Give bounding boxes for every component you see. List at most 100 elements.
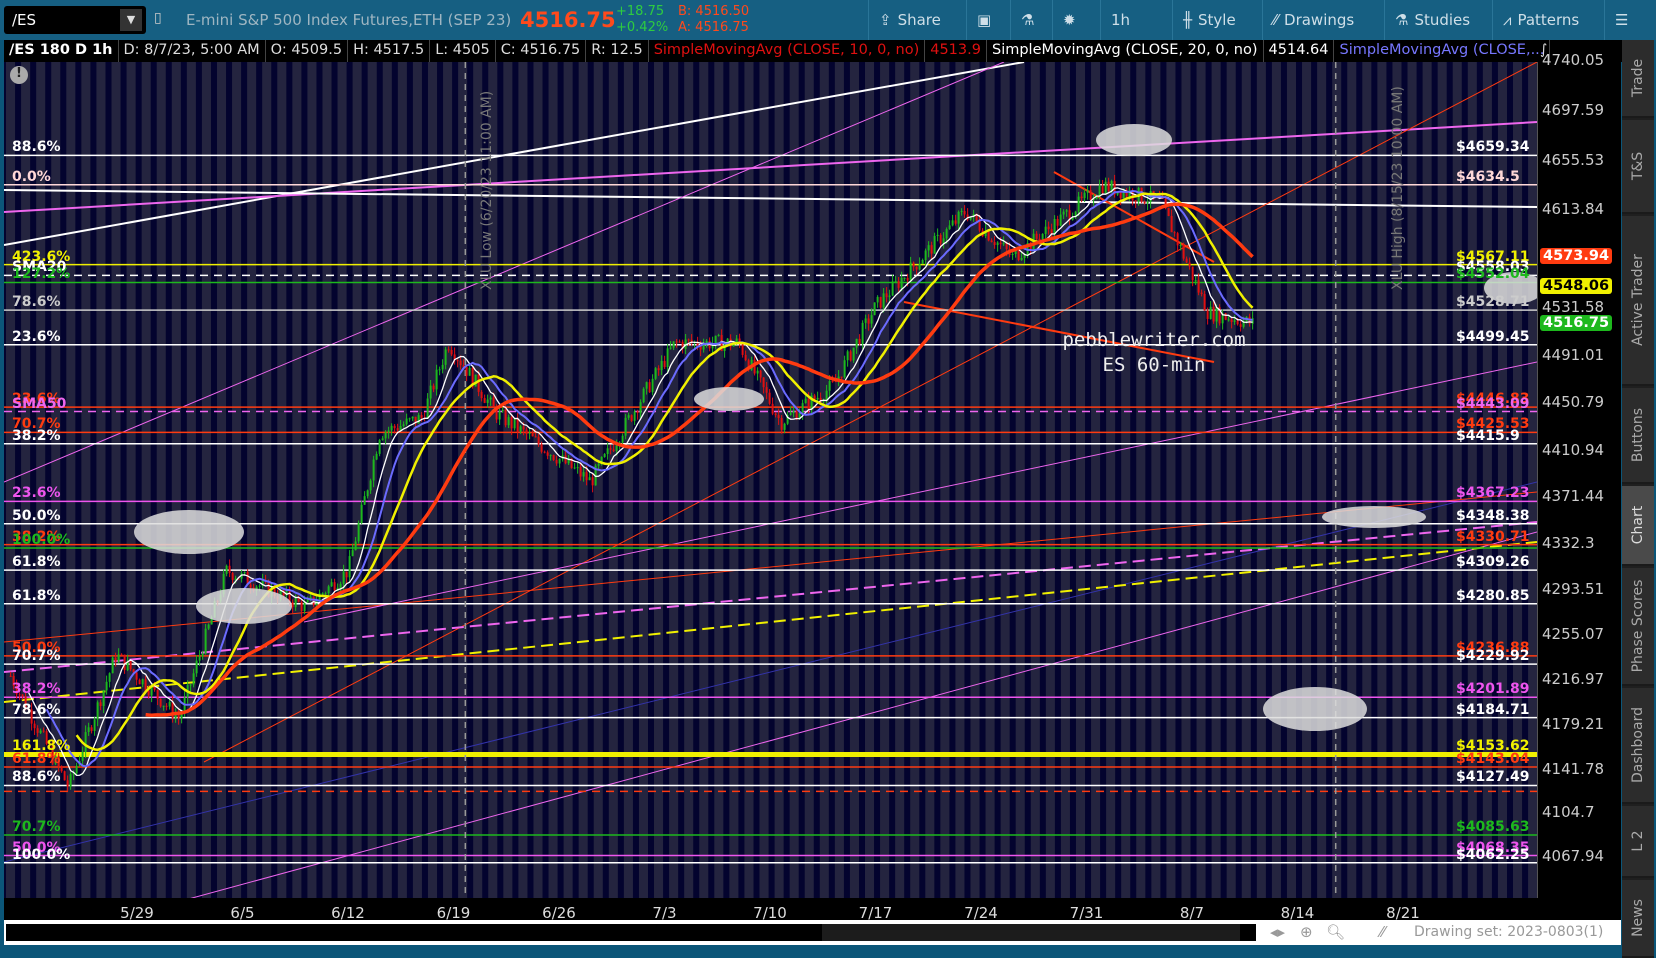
candle-body xyxy=(117,654,120,662)
candle-body xyxy=(483,398,486,403)
session-band xyxy=(602,62,609,898)
candle-body xyxy=(1083,192,1086,199)
side-tab-buttons[interactable]: Buttons xyxy=(1622,388,1654,484)
price-axis[interactable]: 4740.05 4697.59 4655.53 4613.84 4531.58 4491.… xyxy=(1537,51,1621,898)
zoom-icon[interactable]: 🔍︎ xyxy=(1326,923,1345,941)
price-tick: 4531.58 xyxy=(1542,297,1605,316)
toolbar-button-1h[interactable]: 1h xyxy=(1100,0,1140,40)
candle-body xyxy=(771,403,774,414)
highlight-ellipse xyxy=(1096,124,1172,156)
side-tab-chart[interactable]: Chart xyxy=(1622,486,1654,566)
side-tab-active-trader[interactable]: Active Trader xyxy=(1622,216,1654,386)
candle-body xyxy=(651,378,654,393)
candle-body xyxy=(894,281,897,283)
candle-body xyxy=(324,593,327,595)
candle-body xyxy=(1134,200,1137,202)
candle-body xyxy=(633,411,636,421)
candle-body xyxy=(756,370,759,374)
candle-body xyxy=(564,455,567,464)
price-tick: 4613.84 xyxy=(1542,200,1605,219)
candle-body xyxy=(948,225,951,230)
candle-body xyxy=(321,593,324,595)
last-price: 4516.75 xyxy=(520,8,616,32)
toolbar-button-flask[interactable]: ⚗ xyxy=(1010,0,1044,40)
candle-body xyxy=(612,449,615,451)
session-band xyxy=(858,62,865,898)
symbol-selector[interactable]: /ES ▼ xyxy=(4,6,146,34)
candle-body xyxy=(204,628,207,654)
side-tab-phase-scores[interactable]: Phase Scores xyxy=(1622,568,1654,686)
toolbar-button-alert[interactable]: ▣ xyxy=(966,0,1001,40)
drawing-icon[interactable]: ⁄⁄ xyxy=(1380,923,1385,941)
candle-body xyxy=(1080,196,1083,199)
toolbar-button-style[interactable]: ╫ Style xyxy=(1172,0,1246,40)
chart-plot-area[interactable]: 88.6% $4659.34 0.0% $4634.5 423.6% $4567.11 SM… xyxy=(4,62,1537,898)
candle-body xyxy=(417,415,420,424)
candle-body xyxy=(846,351,849,361)
side-tab-dashboard[interactable]: Dashboard xyxy=(1622,688,1654,804)
session-band xyxy=(904,62,911,898)
bar-range: R: 12.5 xyxy=(586,40,649,62)
session-band xyxy=(271,62,278,898)
side-tab-news[interactable]: News xyxy=(1622,880,1654,958)
toolbar-button-share[interactable]: ⇪ Share xyxy=(868,0,951,40)
session-band xyxy=(301,62,308,898)
candle-body xyxy=(627,415,630,418)
candle-body xyxy=(645,382,648,389)
side-tab-l-2[interactable]: L 2 xyxy=(1622,806,1654,878)
candle-body xyxy=(534,436,537,438)
toolbar-button-patterns[interactable]: ⩘ Patterns xyxy=(1492,0,1589,40)
toolbar-button-menu[interactable]: ☰ xyxy=(1604,0,1638,40)
alert-icon[interactable]: ! xyxy=(10,66,28,84)
toolbar-button-drawings[interactable]: ⁄⁄ Drawings xyxy=(1262,0,1364,40)
scroll-thumb[interactable] xyxy=(822,924,1240,941)
candle-body xyxy=(84,732,87,752)
ask: A: 4516.75 xyxy=(678,20,749,35)
session-band xyxy=(512,62,519,898)
price-tick: 4141.78 xyxy=(1542,759,1605,778)
candle-body xyxy=(807,398,810,410)
autoscale-icon[interactable]: ∫ xyxy=(1540,42,1576,62)
side-tab-label: Chart xyxy=(1630,505,1646,545)
candle-body xyxy=(579,467,582,477)
side-tab-label: T&S xyxy=(1630,151,1646,181)
candle-body xyxy=(378,439,381,454)
alert-icon: ▣ xyxy=(977,11,992,29)
candle-body xyxy=(792,411,795,414)
candle-body xyxy=(381,438,384,440)
candle-body xyxy=(783,423,786,430)
sma20-label[interactable]: SimpleMovingAvg (CLOSE, 20, 0, no) xyxy=(987,40,1264,62)
side-tab-t-s[interactable]: T&S xyxy=(1622,120,1654,214)
candle-body xyxy=(516,418,519,432)
crosshair-icon[interactable]: ⊕ xyxy=(1300,923,1313,941)
sma10-label[interactable]: SimpleMovingAvg (CLOSE, 10, 0, no) xyxy=(649,40,926,62)
side-tab-trade[interactable]: Trade xyxy=(1622,40,1654,118)
candle-body xyxy=(936,234,939,236)
toolbar-button-gear[interactable]: ✹ xyxy=(1052,0,1086,40)
session-band xyxy=(828,62,835,898)
sma50-label[interactable]: SimpleMovingAvg (CLOSE,... xyxy=(1334,40,1551,62)
chevron-down-icon[interactable]: ▼ xyxy=(120,9,142,31)
drawing-set-label[interactable]: Drawing set: 2023-0803(1) xyxy=(1414,924,1603,940)
candle-body xyxy=(606,448,609,454)
price-badge: 4573.94 xyxy=(1540,247,1613,264)
toolbar-button-studies[interactable]: ⚗ Studies xyxy=(1384,0,1480,40)
link-icon[interactable]: ▯ xyxy=(154,10,162,26)
horizontal-scrollbar[interactable]: ◂▸ ⊕ 🔍︎ ⁄⁄ Drawing set: 2023-0803(1) xyxy=(4,920,1621,945)
candle-body xyxy=(258,585,261,587)
session-band xyxy=(527,62,534,898)
candle-body xyxy=(405,418,408,425)
candle-body xyxy=(999,242,1002,245)
toolbar: /ES ▼ ▯ E-mini S&P 500 Index Futures,ETH … xyxy=(0,0,1656,40)
fib-level-label: 0.0% xyxy=(12,168,51,185)
pan-icon[interactable]: ◂▸ xyxy=(1270,923,1285,941)
instrument-description: E-mini S&P 500 Index Futures,ETH (SEP 23… xyxy=(186,11,512,29)
net-change: +18.75 xyxy=(616,4,665,19)
candle-body xyxy=(660,360,663,371)
candle-body xyxy=(168,701,171,707)
session-band xyxy=(1280,62,1287,898)
candle-body xyxy=(1053,218,1056,235)
price-tick: 4655.53 xyxy=(1542,150,1605,169)
price-tick: 4410.94 xyxy=(1542,440,1605,459)
watermark-timeframe: ES 60-min xyxy=(1102,354,1206,376)
